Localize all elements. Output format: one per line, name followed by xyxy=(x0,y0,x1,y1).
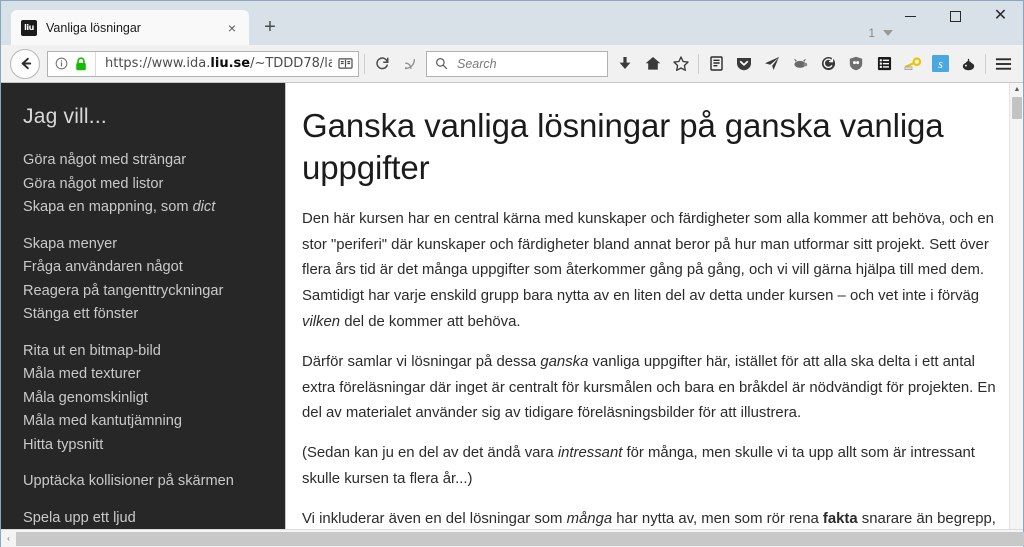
sidebar-link[interactable]: Skapa menyer xyxy=(23,233,285,257)
send-tab-icon[interactable] xyxy=(758,50,786,78)
skype-icon[interactable]: s xyxy=(926,50,954,78)
url-domain: liu.se xyxy=(210,56,251,71)
sidebar-heading: Jag vill... xyxy=(23,105,107,128)
library-icon[interactable] xyxy=(702,50,730,78)
horizontal-scrollbar-track[interactable] xyxy=(16,530,1024,547)
sidebar-link[interactable]: Hitta typsnitt xyxy=(23,434,285,458)
url-bar[interactable]: https://www.ida.liu.se/~TDDD78/labs/2017 xyxy=(47,50,359,77)
vertical-scrollbar-thumb[interactable] xyxy=(1012,97,1022,119)
url-prefix: https://www.ida. xyxy=(105,56,211,71)
rss-feed-icon[interactable] xyxy=(396,50,424,78)
close-window-button[interactable]: ✕ xyxy=(978,1,1023,31)
bookmark-star-icon[interactable] xyxy=(667,50,695,78)
tab-count-label: 1 xyxy=(868,26,875,40)
scroll-up-arrow-icon[interactable]: ▲ xyxy=(1010,83,1023,96)
site-identity-block[interactable] xyxy=(48,51,96,76)
toolbar-divider xyxy=(364,53,365,74)
browser-tab[interactable]: liu Vanliga lösningar × xyxy=(11,10,249,45)
minimize-button[interactable] xyxy=(888,1,933,31)
window-controls: ✕ xyxy=(888,1,1023,31)
article-paragraph: Vi inkluderar även en del lösningar som … xyxy=(302,510,996,527)
history-icon[interactable] xyxy=(814,50,842,78)
search-placeholder: Search xyxy=(457,56,497,71)
pocket-icon[interactable] xyxy=(730,50,758,78)
hamburger-menu-icon[interactable] xyxy=(989,50,1017,78)
reader-view-icon[interactable] xyxy=(332,52,358,76)
article-paragraphs: Den här kursen har en central kärna med … xyxy=(302,207,997,529)
browser-window: liu Vanliga lösningar × + 1 ✕ https://ww… xyxy=(0,0,1024,547)
sidebar-group: Rita ut en bitmap-bild Måla med texturer M… xyxy=(23,340,285,458)
toolbar-divider-3 xyxy=(985,53,986,74)
url-bar-actions xyxy=(332,52,358,76)
sidebar-link[interactable]: Göra något med strängar xyxy=(23,149,285,173)
article-body: Ganska vanliga lösningar på ganska vanli… xyxy=(286,83,1023,529)
search-icon xyxy=(436,58,448,70)
privacy-badger-icon[interactable] xyxy=(954,50,982,78)
sidebar-link[interactable]: Fråga användaren något xyxy=(23,256,285,280)
page-title: Ganska vanliga lösningar på ganska vanli… xyxy=(302,107,944,186)
sidebar-link[interactable]: Göra något med listor xyxy=(23,173,285,197)
vertical-scrollbar[interactable]: ▲ xyxy=(1009,83,1023,529)
url-path: /~TDDD78/labs/2017 xyxy=(250,56,332,71)
pig-icon[interactable] xyxy=(786,50,814,78)
sidebar-link[interactable]: Måla med kantutjämning xyxy=(23,410,285,434)
back-button[interactable] xyxy=(10,48,40,79)
svg-text:s: s xyxy=(938,57,943,71)
toolbar-divider-2 xyxy=(698,53,699,74)
sidebar-group: Göra något med strängar Göra något med li… xyxy=(23,149,285,220)
sidebar-link[interactable]: Upptäcka kollisioner på skärmen xyxy=(23,470,285,494)
reload-button[interactable] xyxy=(368,50,396,78)
article-paragraph: Den här kursen har en central kärna med … xyxy=(302,210,994,330)
tab-bar: liu Vanliga lösningar × + 1 ✕ xyxy=(1,1,1023,45)
sidebar-link[interactable]: Måla med texturer xyxy=(23,363,285,387)
reading-list-icon[interactable] xyxy=(870,50,898,78)
navigation-toolbar: https://www.ida.liu.se/~TDDD78/labs/2017 xyxy=(1,45,1023,83)
sidebar-group: Skapa menyer Fråga användaren något Reager… xyxy=(23,233,285,327)
sidebar-link-emphasis: dict xyxy=(192,199,216,215)
tab-close-icon[interactable]: × xyxy=(223,19,241,37)
sidebar-link[interactable]: Skapa en mappning, som dict xyxy=(23,196,285,220)
sidebar-link[interactable]: Måla genomskinligt xyxy=(23,387,285,411)
home-icon[interactable] xyxy=(639,50,667,78)
horizontal-scrollbar[interactable]: ‹ › xyxy=(1,529,1024,547)
sidebar-group: Upptäcka kollisioner på skärmen xyxy=(23,470,285,494)
article-paragraph: Därför samlar vi lösningar på dessa gans… xyxy=(302,353,996,422)
ghostery-shield-icon[interactable] xyxy=(842,50,870,78)
tab-title: Vanliga lösningar xyxy=(46,20,141,35)
sidebar-group: Spela upp ett ljud xyxy=(23,507,285,530)
scroll-left-arrow-icon[interactable]: ‹ xyxy=(1,530,16,547)
sidebar-link-groups: Göra något med strängar Göra något med li… xyxy=(23,149,285,529)
sidebar-link[interactable]: Stänga ett fönster xyxy=(23,303,285,327)
tab-favicon-icon: liu xyxy=(21,19,37,36)
sidebar-link[interactable]: Rita ut en bitmap-bild xyxy=(23,340,285,364)
new-tab-button[interactable]: + xyxy=(255,12,285,42)
search-box[interactable]: Search xyxy=(426,50,608,77)
article-paragraph: (Sedan kan ju en del av det ändå vara in… xyxy=(302,445,975,487)
download-icon[interactable] xyxy=(611,50,639,78)
maximize-button[interactable] xyxy=(933,1,978,31)
sidebar-link[interactable]: Spela upp ett ljud xyxy=(23,507,285,530)
url-text[interactable]: https://www.ida.liu.se/~TDDD78/labs/2017 xyxy=(96,56,332,71)
lock-icon xyxy=(76,56,86,70)
sidebar-link[interactable]: Reagera på tangenttryckningar xyxy=(23,280,285,304)
lastpass-key-icon[interactable] xyxy=(898,50,926,78)
info-icon xyxy=(55,57,68,70)
site-sidebar: Jag vill... Göra något med strängar Göra … xyxy=(1,83,286,529)
page-content-area: Jag vill... Göra något med strängar Göra … xyxy=(1,83,1023,529)
horizontal-scrollbar-thumb[interactable] xyxy=(16,531,1024,546)
